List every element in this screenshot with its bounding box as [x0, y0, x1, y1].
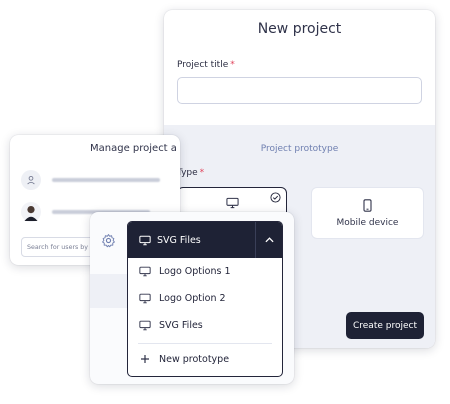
type-option-mobile-label: Mobile device	[336, 217, 399, 228]
monitor-icon	[225, 197, 239, 209]
dropdown-item-label: Logo Option 2	[159, 292, 226, 304]
manage-project-title: Manage project a	[90, 143, 177, 154]
avatar	[21, 202, 41, 222]
dropdown-divider	[138, 343, 272, 344]
create-project-button[interactable]: Create project	[346, 312, 424, 339]
new-prototype-label: New prototype	[159, 353, 230, 365]
plus-icon	[141, 355, 149, 363]
dropdown-item-label: SVG Files	[159, 319, 203, 331]
monitor-icon	[139, 320, 151, 330]
project-title-label: Project title *	[177, 60, 235, 70]
dropdown-item-label: Logo Options 1	[159, 265, 231, 277]
prototype-dropdown-selected: SVG Files	[157, 234, 201, 246]
required-mark: *	[199, 168, 205, 178]
new-prototype-item[interactable]: New prototype	[128, 348, 282, 370]
dropdown-item-logo-option-2[interactable]: Logo Option 2	[128, 287, 282, 309]
dropdown-item-logo-options-1[interactable]: Logo Options 1	[128, 260, 282, 282]
required-mark: *	[230, 60, 235, 70]
type-option-mobile[interactable]: Mobile device	[311, 187, 424, 239]
type-label: Type *	[177, 168, 204, 178]
prototype-section-title: Project prototype	[260, 144, 339, 154]
dropdown-item-svg-files[interactable]: SVG Files	[128, 314, 282, 336]
user-icon	[21, 170, 41, 190]
project-title-label-text: Project title	[177, 60, 229, 70]
member-info-blurred	[52, 178, 160, 182]
member-row[interactable]	[21, 169, 160, 191]
type-label-text: Type	[177, 168, 198, 178]
settings-row-highlight	[90, 274, 128, 308]
monitor-icon	[139, 293, 151, 303]
project-title-input[interactable]	[177, 77, 422, 104]
gear-icon[interactable]	[101, 233, 116, 248]
chevron-up-icon[interactable]	[255, 222, 282, 258]
monitor-icon	[139, 235, 151, 245]
check-circle-icon	[270, 192, 281, 203]
smartphone-icon	[363, 198, 372, 212]
monitor-icon	[139, 266, 151, 276]
prototype-dropdown-toggle[interactable]: SVG Files	[128, 222, 282, 258]
new-project-title: New project	[257, 21, 342, 37]
prototype-dropdown: SVG Files Logo Options 1 Logo Option 2 S…	[127, 221, 283, 377]
